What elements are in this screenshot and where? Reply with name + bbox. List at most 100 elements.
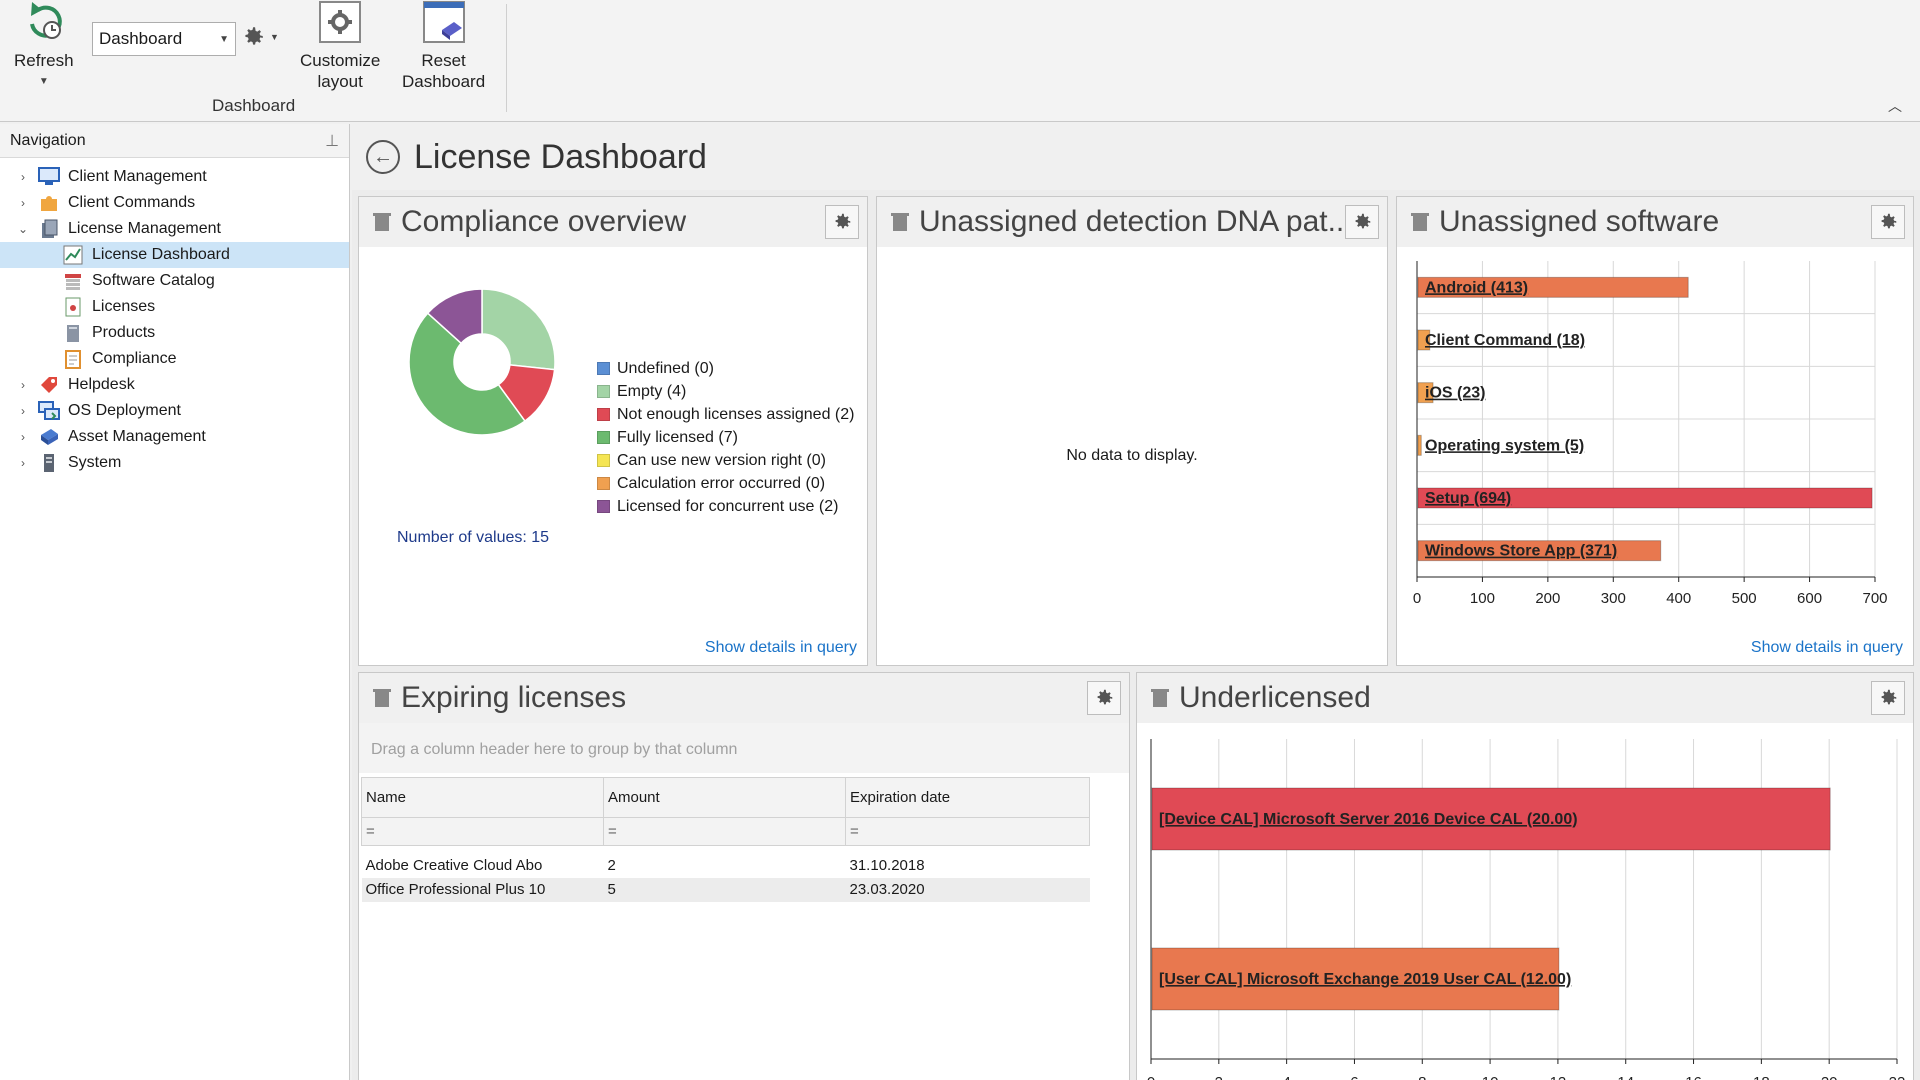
legend-swatch xyxy=(597,362,610,375)
expand-icon[interactable]: › xyxy=(16,378,30,392)
panel-title: Expiring licenses xyxy=(401,681,627,714)
panel-settings-button[interactable] xyxy=(1345,205,1379,239)
server-icon xyxy=(38,452,60,474)
unassigned-software-panel: Unassigned software 0 100 200 300 400 500 600 7… xyxy=(1396,196,1914,666)
os-deployment-icon xyxy=(38,400,60,422)
table-row[interactable]: Office Professional Plus 10 5 23.03.2020 xyxy=(361,877,1090,902)
show-details-link[interactable]: Show details in query xyxy=(705,639,857,657)
legend-item: Not enough licenses assigned (2) xyxy=(597,403,854,426)
gear-icon xyxy=(1881,213,1897,229)
bar-label[interactable]: Windows Store App (371) xyxy=(1425,543,1617,560)
nav-item-products[interactable]: Products xyxy=(0,320,349,346)
panel-settings-button[interactable] xyxy=(825,205,859,239)
column-header-expiration-date[interactable]: Expiration date xyxy=(845,777,1090,818)
nav-item-compliance[interactable]: Compliance xyxy=(0,346,349,372)
show-details-link[interactable]: Show details in query xyxy=(1751,639,1903,657)
trash-icon[interactable] xyxy=(1151,688,1169,708)
reset-dashboard-button[interactable]: Reset Dashboard xyxy=(402,0,485,92)
gear-icon xyxy=(1355,213,1371,229)
underlicensed-bar-chart: 0 2 4 6 8 10 12 14 16 18 20 22 [Device CAL] Microsof… xyxy=(1147,739,1905,1080)
expand-icon[interactable]: › xyxy=(16,404,30,418)
x-tick-label: 300 xyxy=(1601,590,1626,607)
ribbon-group-label: Dashboard xyxy=(212,96,296,115)
table-row[interactable]: Adobe Creative Cloud Abo 2 31.10.2018 xyxy=(362,854,1090,878)
group-by-hint[interactable]: Drag a column header here to group by th… xyxy=(359,723,1129,773)
underlicensed-panel: Underlicensed 0 2 4 6 8 10 12 14 16 18 20 22 [Device… xyxy=(1136,672,1914,1080)
pie-slice[interactable] xyxy=(481,288,556,371)
expand-icon[interactable]: › xyxy=(16,170,30,184)
back-arrow-icon[interactable]: ← xyxy=(366,140,400,174)
legend-swatch xyxy=(597,408,610,421)
nav-item-os-deployment[interactable]: › OS Deployment xyxy=(0,398,349,424)
nav-item-licenses[interactable]: Licenses xyxy=(0,294,349,320)
customize-layout-button[interactable]: Customize layout xyxy=(300,0,380,92)
bar-label[interactable]: Operating system (5) xyxy=(1425,437,1584,454)
column-header-name[interactable]: Name xyxy=(361,777,604,818)
legend-swatch xyxy=(597,500,610,513)
panel-settings-button[interactable] xyxy=(1871,205,1905,239)
licenses-icon xyxy=(62,296,84,318)
collapse-ribbon-icon[interactable]: ︿ xyxy=(1888,96,1902,116)
nav-item-system[interactable]: › System xyxy=(0,450,349,476)
reset-dashboard-icon xyxy=(422,0,466,44)
x-tick-label: 500 xyxy=(1732,590,1757,607)
panel-settings-button[interactable] xyxy=(1871,681,1905,715)
bar-label[interactable]: [User CAL] Microsoft Exchange 2019 User … xyxy=(1159,971,1571,988)
dashboard-select[interactable]: Dashboard ▼ xyxy=(92,22,236,56)
panel-header[interactable]: Expiring licenses xyxy=(359,673,1129,723)
gear-icon xyxy=(1881,689,1897,705)
nav-item-helpdesk[interactable]: › Helpdesk xyxy=(0,372,349,398)
nav-item-client-management[interactable]: › Client Management xyxy=(0,164,349,190)
main-content: ← License Dashboard Compliance overview … xyxy=(352,124,1920,1080)
x-tick-label: 700 xyxy=(1862,590,1887,607)
page-title: License Dashboard xyxy=(414,137,707,176)
trash-icon[interactable] xyxy=(891,212,909,232)
filter-cell-expiration[interactable]: = xyxy=(845,817,1090,846)
filter-cell-name[interactable]: = xyxy=(361,817,604,846)
panel-header[interactable]: Underlicensed xyxy=(1137,673,1913,723)
collapse-icon[interactable]: ⌄ xyxy=(16,222,30,236)
bar-label[interactable]: Android (413) xyxy=(1425,279,1528,296)
nav-item-software-catalog[interactable]: Software Catalog xyxy=(0,268,349,294)
trash-icon[interactable] xyxy=(373,688,391,708)
panel-header[interactable]: Compliance overview xyxy=(359,197,867,247)
panel-settings-button[interactable] xyxy=(1087,681,1121,715)
pin-icon[interactable]: ⊥ xyxy=(325,131,339,151)
expand-icon[interactable]: › xyxy=(16,196,30,210)
bar-label[interactable]: [Device CAL] Microsoft Server 2016 Devic… xyxy=(1159,811,1578,828)
panel-header[interactable]: Unassigned detection DNA pat... xyxy=(877,197,1387,247)
bar-label[interactable]: iOS (23) xyxy=(1425,385,1485,402)
legend-label: Licensed for concurrent use (2) xyxy=(617,497,839,515)
nav-label: Licenses xyxy=(92,298,156,315)
expand-icon[interactable]: › xyxy=(16,430,30,444)
refresh-button[interactable]: Refresh ▼ xyxy=(14,0,74,92)
x-tick-label: 400 xyxy=(1666,590,1691,607)
cell-expiration: 31.10.2018 xyxy=(849,857,925,874)
column-header-amount[interactable]: Amount xyxy=(603,777,846,818)
refresh-icon xyxy=(22,0,66,44)
bar-label[interactable]: Setup (694) xyxy=(1425,490,1511,507)
dashboard-settings-menu[interactable]: ▼ xyxy=(240,24,279,50)
nav-label: Client Commands xyxy=(68,194,196,211)
legend-swatch xyxy=(597,385,610,398)
x-tick-label: 10 xyxy=(1482,1074,1499,1080)
products-icon xyxy=(62,322,84,344)
nav-item-asset-management[interactable]: › Asset Management xyxy=(0,424,349,450)
legend-item: Empty (4) xyxy=(597,380,854,403)
chevron-down-icon[interactable]: ▼ xyxy=(219,34,229,45)
bar-label[interactable]: Client Command (18) xyxy=(1425,332,1585,349)
nav-item-client-commands[interactable]: › Client Commands xyxy=(0,190,349,216)
nav-item-license-management[interactable]: ⌄ License Management xyxy=(0,216,349,242)
bar[interactable] xyxy=(1417,434,1422,456)
trash-icon[interactable] xyxy=(373,212,391,232)
panel-title: Unassigned software xyxy=(1439,205,1720,238)
trash-icon[interactable] xyxy=(1411,212,1429,232)
refresh-dropdown-icon[interactable]: ▼ xyxy=(39,71,49,92)
x-tick-label: 2 xyxy=(1215,1074,1223,1080)
nav-item-license-dashboard[interactable]: License Dashboard xyxy=(0,242,349,268)
x-tick-label: 12 xyxy=(1550,1074,1567,1080)
panel-title: Unassigned detection DNA pat... xyxy=(919,205,1353,238)
expand-icon[interactable]: › xyxy=(16,456,30,470)
filter-cell-amount[interactable]: = xyxy=(603,817,846,846)
panel-header[interactable]: Unassigned software xyxy=(1397,197,1913,247)
